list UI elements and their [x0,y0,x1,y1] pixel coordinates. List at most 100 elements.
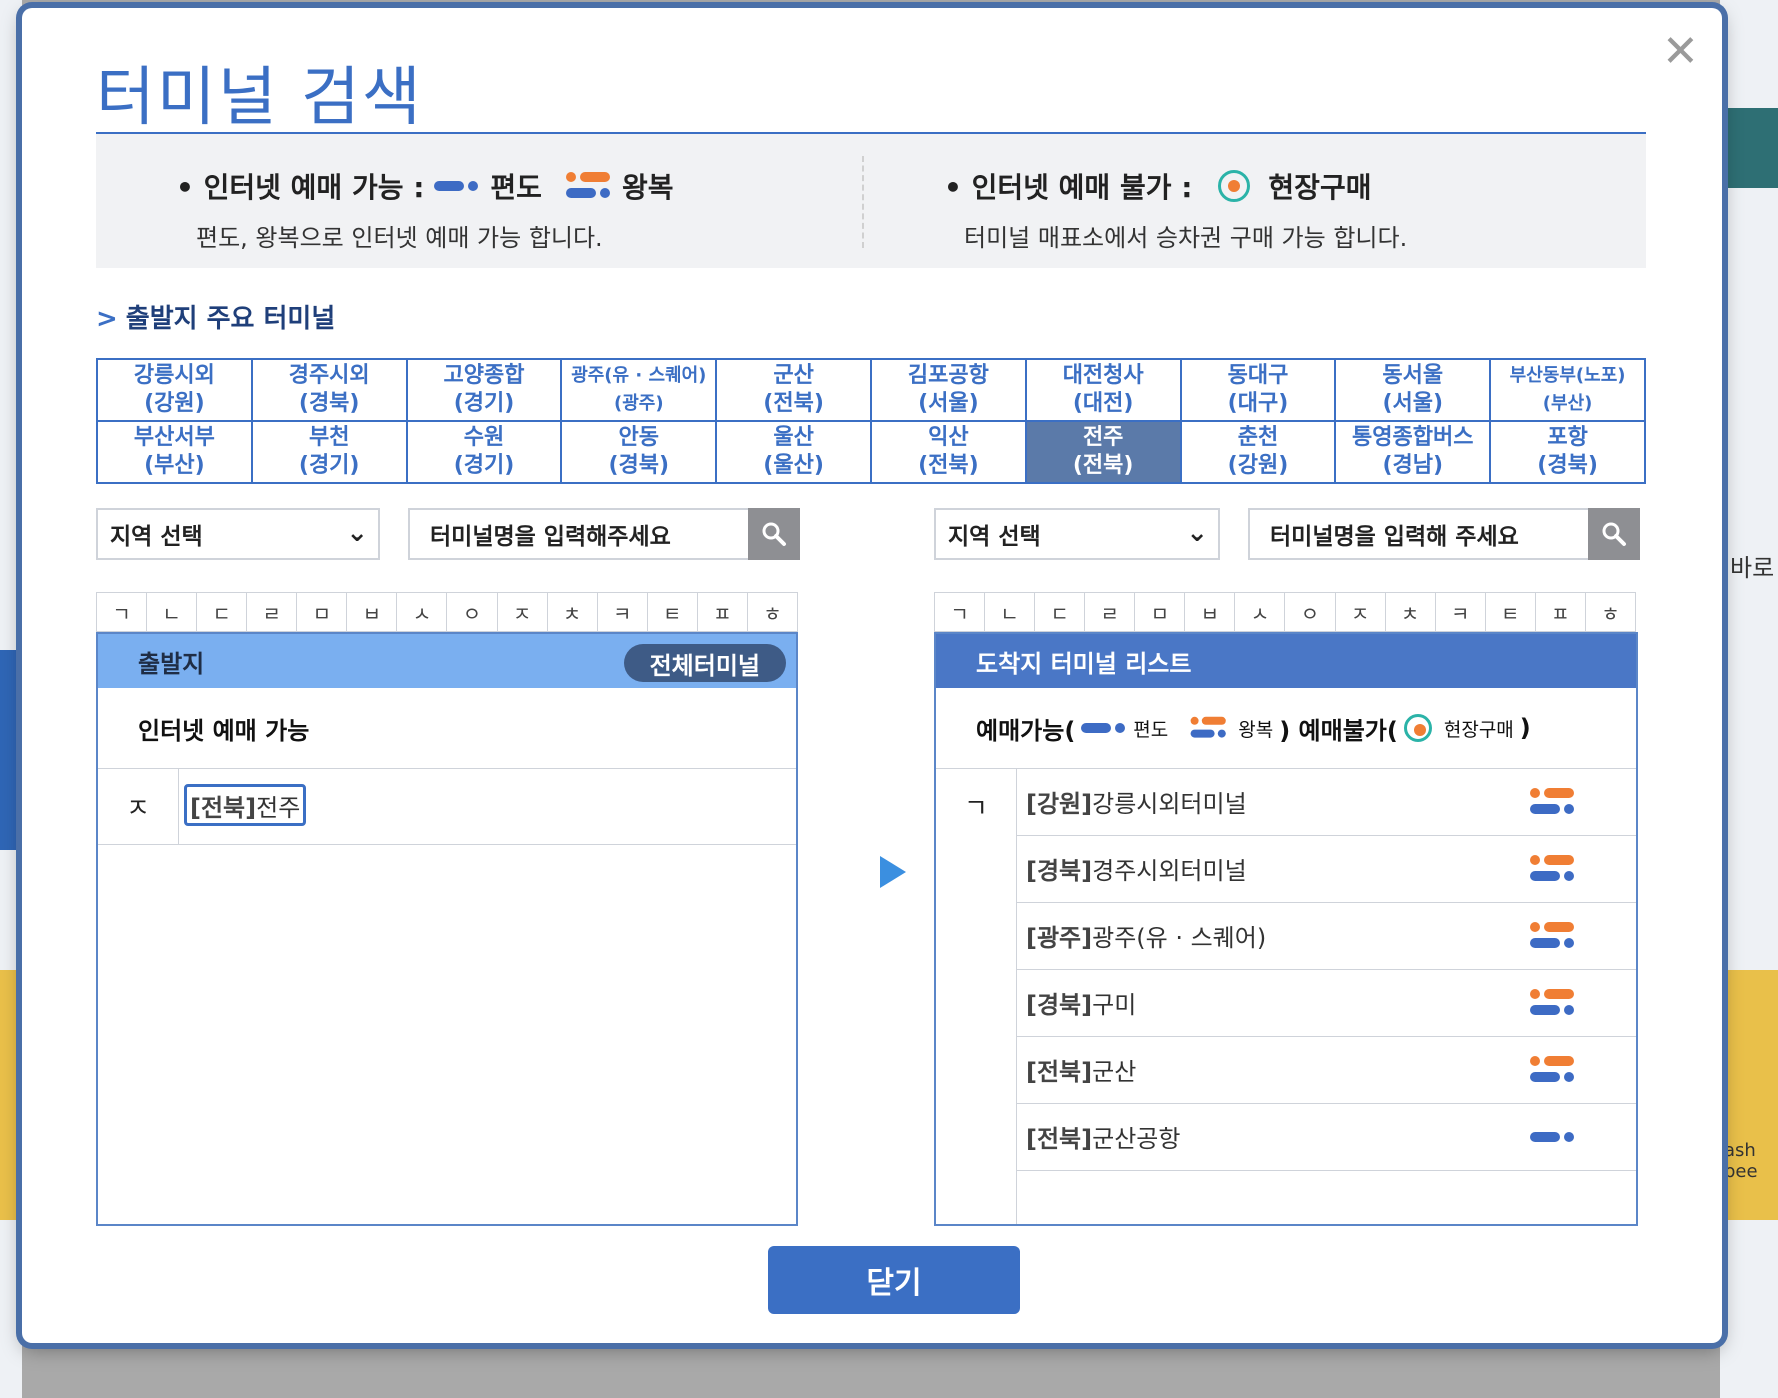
terminal-region: [경북] [1026,857,1093,885]
major-terminal-cell[interactable]: 익산 (전북) [869,420,1027,484]
major-terminal-cell[interactable]: 동대구 (대구) [1179,358,1337,422]
arrival-panel-header: 도착지 터미널 리스트 [936,634,1636,688]
terminal-name: 김포공항 [907,363,989,388]
major-terminal-cell[interactable]: 부산서부 (부산) [96,420,253,484]
major-terminal-cell[interactable]: 전주 (전북) [1024,420,1182,484]
legend-available-label: • 인터넷 예매 가능 : [176,171,425,204]
terminal-name: 부천 [308,425,350,450]
initial-filter-12[interactable]: ㅍ [696,592,748,632]
initial-filter-1[interactable]: ㄴ [984,592,1036,632]
terminal-region: [강원] [1026,790,1093,818]
initial-filter-10[interactable]: ㅋ [1434,592,1486,632]
terminal-region: (경기) [453,391,515,416]
major-terminal-cell[interactable]: 고양종합 (경기) [405,358,563,422]
arrival-search-input[interactable]: 터미널명을 입력해 주세요 [1248,508,1592,560]
arrival-terminal-row[interactable]: [광주] 광주(유 · 스퀘어) [1016,902,1636,970]
selected-departure-terminal[interactable]: [전북] 전주 [184,784,307,826]
departure-search-button[interactable] [748,508,800,560]
terminal-search-modal: ✕ 터미널 검색 • 인터넷 예매 가능 : 편도 왕복 편도, 왕복으로 인터… [22,8,1722,1343]
major-terminal-cell[interactable]: 수원 (경기) [405,420,563,484]
terminal-region: (경기) [298,453,360,478]
all-terminals-button[interactable]: 전체터미널 [623,644,786,682]
major-terminal-cell[interactable]: 군산 (전북) [715,358,872,422]
departure-panel-header: 출발지 전체터미널 [98,634,796,688]
major-terminal-cell[interactable]: 부산동부(노포) (부산) [1489,358,1646,422]
terminal-name: 고양종합 [443,363,525,388]
initial-filter-13[interactable]: ㅎ [1584,592,1637,632]
terminal-name: 전주 [1082,425,1124,450]
major-terminal-cell[interactable]: 춘천 (강원) [1179,420,1337,484]
terminal-name: 울산 [773,425,814,450]
roundtrip-icon [1190,716,1228,739]
arrival-region-select[interactable]: 지역 선택 ⌄ [934,508,1220,560]
initial-filter-12[interactable]: ㅍ [1534,592,1586,632]
roundtrip-icon [1530,788,1576,816]
close-icon[interactable]: ✕ [1662,30,1699,74]
initial-filter-6[interactable]: ㅅ [396,592,448,632]
departure-region-select[interactable]: 지역 선택 ⌄ [96,508,380,560]
initial-filter-4[interactable]: ㅁ [1134,592,1186,632]
initial-filter-11[interactable]: ㅌ [1484,592,1536,632]
initial-filter-13[interactable]: ㅎ [746,592,799,632]
major-terminal-grid: 강릉시외 (강원) 경주시외 (경북) 고양종합 (경기) 광주(유 · 스퀘어) (광주) 군… [96,358,1646,484]
major-terminal-cell[interactable]: 광주(유 · 스퀘어) (광주) [560,358,718,422]
terminal-name: 광주(유 · 스퀘어) [571,365,707,386]
departure-initial-filter: ㄱㄴㄷㄹㅁㅂㅅㅇㅈㅊㅋㅌㅍㅎ [95,592,799,632]
initial-filter-11[interactable]: ㅌ [646,592,698,632]
initial-filter-0[interactable]: ㄱ [933,592,986,632]
major-terminal-cell[interactable]: 안동 (경북) [560,420,718,484]
major-terminal-cell[interactable]: 울산 (울산) [715,420,872,484]
major-terminal-cell[interactable]: 부천 (경기) [250,420,408,484]
terminal-name: 익산 [928,425,969,450]
arrival-terminal-row[interactable]: [전북] 군산 [1016,1036,1636,1104]
initial-filter-9[interactable]: ㅊ [1384,592,1436,632]
background-text-2: ash bee [1724,1140,1758,1182]
arrival-terminal-row[interactable]: [전북] 군산공항 [1016,1103,1636,1171]
initial-filter-8[interactable]: ㅈ [496,592,548,632]
initial-filter-3[interactable]: ㄹ [1084,592,1136,632]
major-terminal-cell[interactable]: 포항 (경북) [1489,420,1646,484]
departure-sub-header: 인터넷 예매 가능 [98,688,796,769]
terminal-region: (경북) [608,453,670,478]
background-left-banner [0,650,22,850]
terminal-region: (경남) [1382,453,1444,478]
search-icon [1602,522,1626,546]
initial-filter-1[interactable]: ㄴ [146,592,198,632]
initial-filter-6[interactable]: ㅅ [1234,592,1286,632]
initial-filter-10[interactable]: ㅋ [596,592,648,632]
arrival-terminal-row[interactable]: [경북] 경주시외터미널 [1016,835,1636,903]
major-terminal-cell[interactable]: 경주시외 (경북) [250,358,408,422]
initial-filter-3[interactable]: ㄹ [246,592,298,632]
oneway-icon [434,180,480,192]
legend-onsite-label: 현장구매 [1268,171,1372,204]
terminal-region: (경기) [453,453,515,478]
terminal-name: 구미 [1092,991,1137,1019]
initial-filter-8[interactable]: ㅈ [1334,592,1386,632]
major-terminal-cell[interactable]: 통영종합버스 (경남) [1334,420,1492,484]
close-button[interactable]: 닫기 [768,1246,1020,1314]
terminal-name: 포항 [1547,425,1588,450]
initial-filter-9[interactable]: ㅊ [546,592,598,632]
initial-filter-5[interactable]: ㅂ [1184,592,1236,632]
arrival-search-button[interactable] [1588,508,1640,560]
terminal-region: (전북) [918,453,979,478]
initial-filter-5[interactable]: ㅂ [346,592,398,632]
chevron-right-icon: > [96,304,118,334]
major-terminal-cell[interactable]: 김포공항 (서울) [869,358,1027,422]
initial-filter-4[interactable]: ㅁ [296,592,348,632]
major-terminal-cell[interactable]: 대전청사 (대전) [1024,358,1182,422]
arrival-terminal-row[interactable]: [강원] 강릉시외터미널 [1016,768,1636,836]
arrival-sub-header: 예매가능( 편도 왕복 ) 예매불가( 현장구매 ) [936,688,1636,769]
departure-group-initial: ㅈ [98,768,179,845]
initial-filter-7[interactable]: ㅇ [446,592,498,632]
terminal-region: [경북] [1026,991,1093,1019]
initial-filter-7[interactable]: ㅇ [1284,592,1336,632]
departure-search-input[interactable]: 터미널명을 입력해주세요 [408,508,764,560]
major-terminal-cell[interactable]: 동서울 (서울) [1334,358,1492,422]
initial-filter-2[interactable]: ㄷ [1034,592,1086,632]
arrival-terminal-row[interactable]: [경북] 구미 [1016,969,1636,1037]
initial-filter-2[interactable]: ㄷ [196,592,248,632]
major-terminal-cell[interactable]: 강릉시외 (강원) [96,358,253,422]
terminal-name: 광주(유 · 스퀘어) [1092,924,1267,952]
initial-filter-0[interactable]: ㄱ [95,592,148,632]
